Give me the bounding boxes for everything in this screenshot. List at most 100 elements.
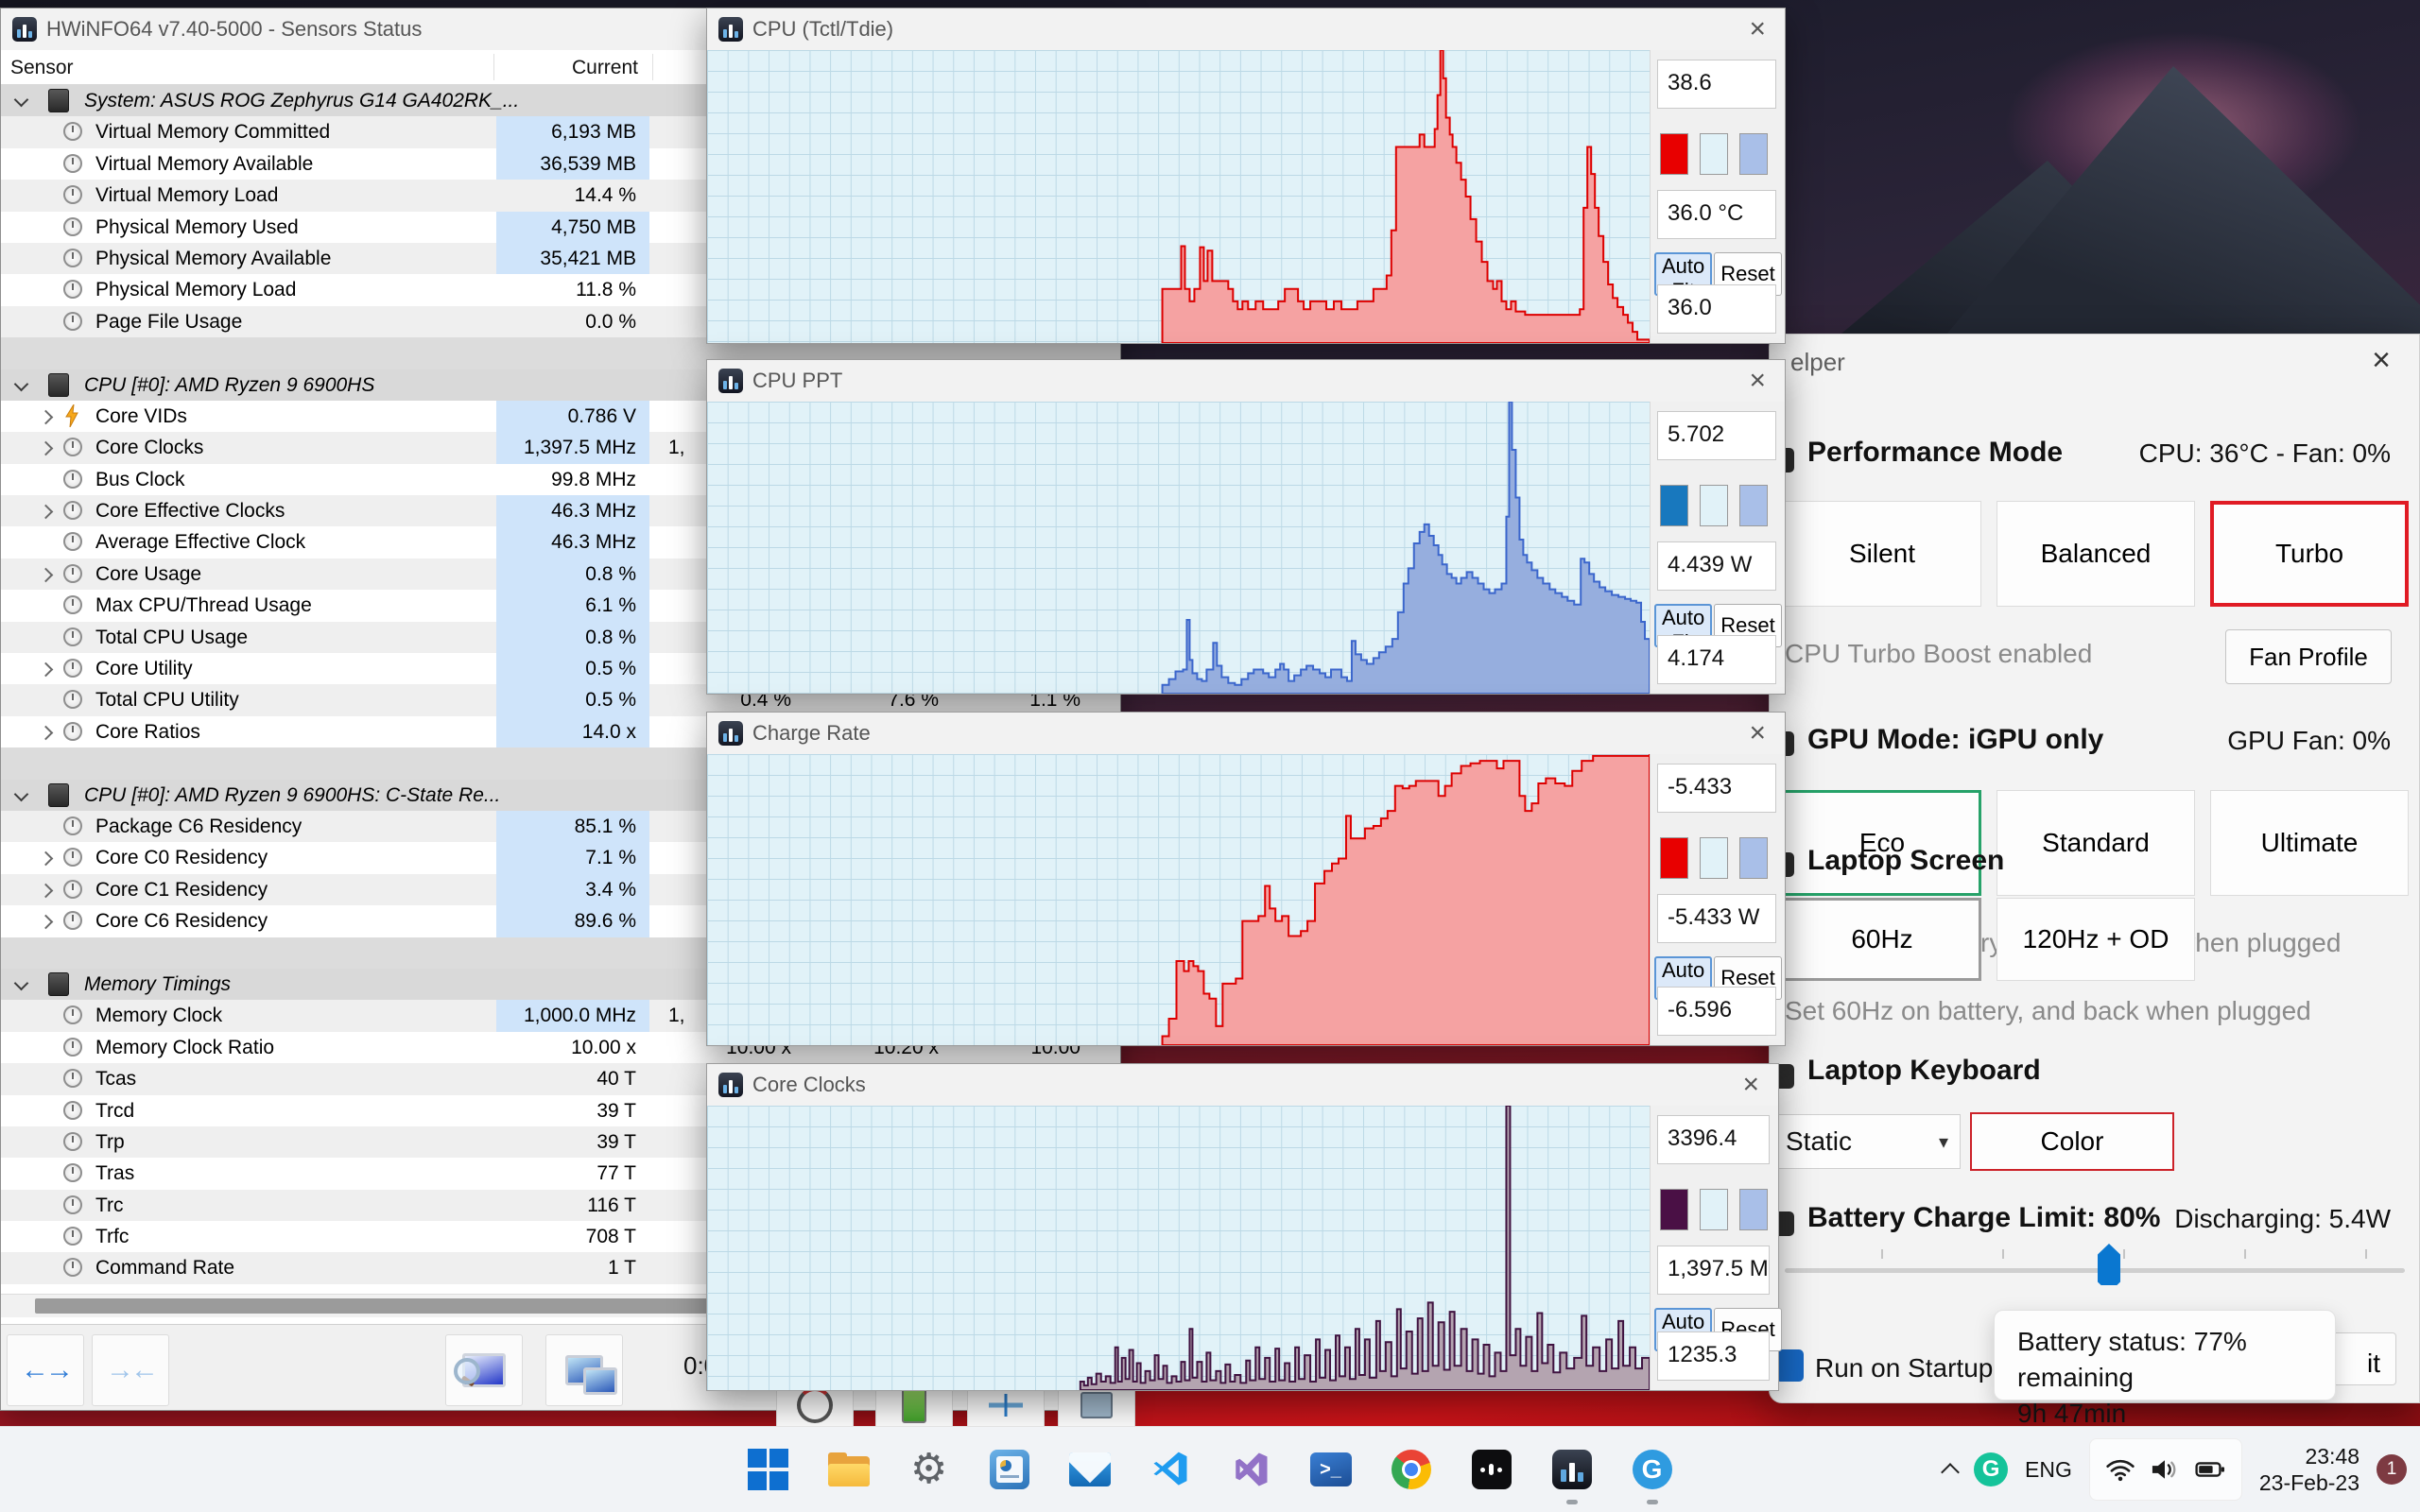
taskbar-app-icons: ⚙ >_ G — [728, 1427, 1692, 1512]
keyboard-color-button[interactable]: Color — [1970, 1112, 2174, 1171]
expand-chevron-icon[interactable] — [38, 504, 54, 520]
ghelper-close-button[interactable]: × — [2372, 342, 2391, 379]
sensor-clock-icon — [63, 185, 82, 205]
hwinfo-app-icon — [718, 1073, 743, 1097]
screen-60hz-button[interactable]: 60Hz — [1783, 898, 1981, 981]
graph-window-close-button[interactable]: × — [1741, 367, 1773, 395]
clock[interactable]: 23:48 23-Feb-23 — [2259, 1443, 2360, 1496]
taskbar-button-settings[interactable]: ⚙ — [889, 1431, 969, 1508]
expand-chevron-icon[interactable] — [38, 409, 54, 425]
series-color-swatch[interactable] — [1660, 485, 1688, 526]
graph-window-close-button[interactable]: × — [1741, 719, 1773, 747]
laptop-keyboard-heading: Laptop Keyboard — [1807, 1055, 2041, 1086]
expand-chevron-icon[interactable] — [38, 441, 54, 456]
grid-color-swatch[interactable] — [1739, 485, 1768, 526]
file-explorer-icon — [827, 1448, 871, 1491]
graph-window-titlebar[interactable]: CPU PPT × — [707, 360, 1785, 402]
sensor-current-value: 99.8 MHz — [551, 468, 636, 490]
background-color-swatch[interactable] — [1700, 133, 1728, 175]
collapse-chevron-icon[interactable] — [13, 975, 29, 991]
taskbar-button-hwinfo[interactable] — [1531, 1431, 1612, 1508]
ghelper-window-title: elper — [1790, 348, 1845, 376]
graph-window-close-button[interactable]: × — [1741, 15, 1773, 43]
chip-icon — [48, 971, 69, 996]
tray-overflow-chevron-icon[interactable] — [1941, 1463, 1960, 1482]
taskbar-button-visual-studio[interactable] — [1210, 1431, 1290, 1508]
screen-120hz-button[interactable]: 120Hz + OD — [1996, 898, 2195, 981]
graph-window-titlebar[interactable]: Core Clocks × — [707, 1064, 1778, 1106]
background-color-swatch[interactable] — [1700, 837, 1728, 879]
graph-window-close-button[interactable]: × — [1735, 1071, 1767, 1099]
grid-color-swatch[interactable] — [1739, 1189, 1768, 1230]
sensor-clock-icon — [63, 532, 82, 552]
expand-chevron-icon[interactable] — [38, 914, 54, 930]
series-color-swatch[interactable] — [1660, 133, 1688, 175]
sensor-label: Virtual Memory Committed — [95, 121, 331, 144]
sensor-clock-icon — [63, 659, 82, 679]
fan-profile-button[interactable]: Fan Profile — [2225, 629, 2392, 684]
collapse-chevron-icon[interactable] — [13, 92, 29, 108]
screen-inspect-button[interactable] — [445, 1334, 523, 1406]
taskbar-button-system-monitor[interactable] — [969, 1431, 1049, 1508]
graph-min-value: 36.0 — [1657, 284, 1776, 334]
taskbar-button-ghelper[interactable]: G — [1612, 1431, 1692, 1508]
background-color-swatch[interactable] — [1700, 1189, 1728, 1230]
perf-turbo-button[interactable]: Turbo — [2210, 501, 2409, 607]
sensor-current-value: 46.3 MHz — [496, 526, 649, 558]
keyboard-mode-dropdown[interactable]: Static ▾ — [1773, 1114, 1961, 1169]
collapse-chevron-icon[interactable] — [13, 376, 29, 391]
gpu-eco-button[interactable]: Eco — [1783, 790, 1981, 896]
graph-window-titlebar[interactable]: CPU (Tctl/Tdie) × — [707, 9, 1785, 50]
start-icon — [747, 1448, 790, 1491]
sensor-label: Core Clocks — [95, 437, 204, 459]
battery-limit-slider-handle[interactable] — [2098, 1244, 2120, 1285]
taskbar-button-explorer[interactable] — [808, 1431, 889, 1508]
grid-color-swatch[interactable] — [1739, 133, 1768, 175]
expand-chevron-icon[interactable] — [38, 851, 54, 867]
expand-chevron-icon[interactable] — [38, 725, 54, 741]
taskbar-button-terminal-black[interactable] — [1451, 1431, 1531, 1508]
quick-settings-pill[interactable] — [2088, 1438, 2242, 1501]
series-color-swatch[interactable] — [1660, 837, 1688, 879]
taskbar-button-vscode[interactable] — [1130, 1431, 1210, 1508]
series-color-swatch[interactable] — [1660, 1189, 1688, 1230]
graph-current-value: 36.0 °C — [1657, 190, 1776, 239]
graph-window-title: CPU PPT — [752, 369, 843, 392]
taskbar-button-start[interactable] — [728, 1431, 808, 1508]
remote-monitor-button[interactable] — [545, 1334, 623, 1406]
graph-min-value: -6.596 — [1657, 987, 1776, 1036]
sensor-current-value: 36,539 MB — [496, 147, 649, 180]
collapse-columns-button[interactable]: →← — [92, 1334, 169, 1406]
notification-badge[interactable]: 1 — [2377, 1454, 2407, 1485]
grid-color-swatch[interactable] — [1739, 837, 1768, 879]
sensor-current-value: 1,397.5 MHz — [496, 432, 649, 464]
graph-window-titlebar[interactable]: Charge Rate × — [707, 713, 1785, 754]
perf-balanced-button[interactable]: Balanced — [1996, 501, 2195, 607]
expand-chevron-icon[interactable] — [38, 662, 54, 678]
gpu-standard-button[interactable]: Standard — [1996, 790, 2195, 896]
column-header-current[interactable]: Current — [496, 57, 638, 79]
column-header-sensor[interactable]: Sensor — [10, 57, 74, 79]
gpu-ultimate-button[interactable]: Ultimate — [2210, 790, 2409, 896]
sensor-clock-icon — [63, 627, 82, 646]
expand-chevron-icon[interactable] — [38, 883, 54, 899]
taskbar-button-mail[interactable] — [1049, 1431, 1130, 1508]
ghelper-taskbar-icon: G — [1631, 1448, 1674, 1491]
sensor-label: Physical Memory Available — [95, 247, 332, 269]
expand-chevron-icon[interactable] — [38, 567, 54, 583]
collapse-chevron-icon[interactable] — [13, 786, 29, 801]
perf-silent-button[interactable]: Silent — [1783, 501, 1981, 607]
run-on-startup-toggle[interactable] — [1775, 1349, 1804, 1382]
speaker-icon — [2152, 1460, 2176, 1479]
graph-window-title: Core Clocks — [752, 1073, 866, 1096]
language-indicator[interactable]: ENG — [2025, 1457, 2072, 1483]
sensor-label: Core C1 Residency — [95, 878, 268, 901]
taskbar-button-powershell[interactable]: >_ — [1290, 1431, 1371, 1508]
grammarly-tray-icon[interactable]: G — [1974, 1452, 2009, 1486]
expand-columns-button[interactable]: ←→ — [7, 1334, 84, 1406]
battery-limit-slider-track[interactable] — [1785, 1268, 2405, 1273]
background-color-swatch[interactable] — [1700, 485, 1728, 526]
sensor-label: Core C6 Residency — [95, 910, 268, 933]
taskbar-button-chrome[interactable] — [1371, 1431, 1451, 1508]
sensor-clock-icon — [63, 879, 82, 899]
